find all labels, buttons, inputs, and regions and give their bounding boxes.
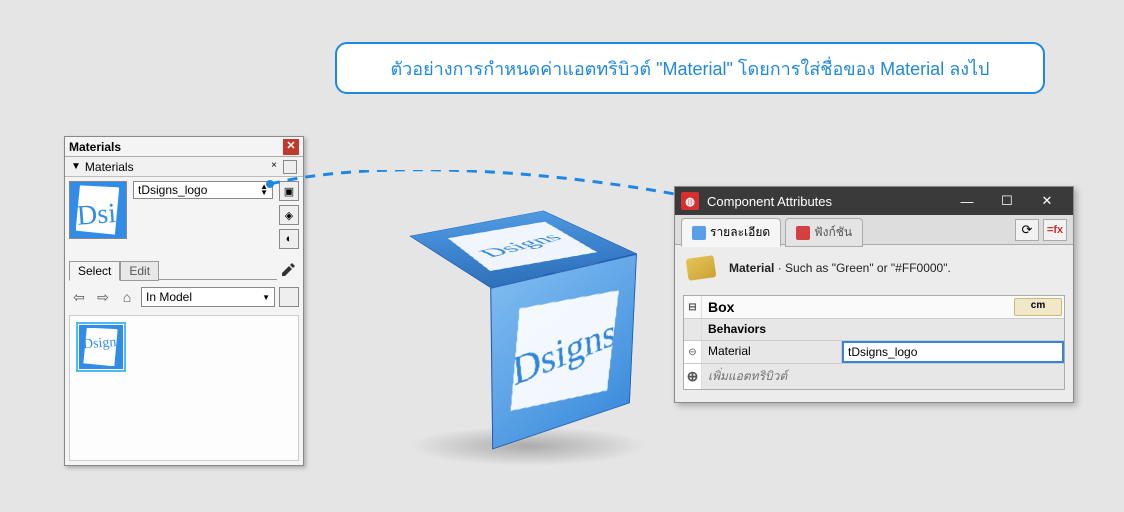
info-icon: [692, 226, 706, 240]
materials-title: Materials: [69, 140, 121, 154]
hint-text: · Such as "Green" or "#FF0000".: [774, 261, 950, 275]
set-default-icon[interactable]: ◐: [279, 229, 299, 249]
tab-functions[interactable]: ฟังก์ชัน: [785, 218, 863, 247]
tab-select[interactable]: Select: [69, 261, 120, 281]
component-name: Box: [702, 296, 1012, 318]
dropdown-selected: In Model: [146, 290, 192, 304]
ca-tabs-row: รายละเอียด ฟังก์ชัน ⟳ =fx: [675, 215, 1073, 245]
collapse-icon[interactable]: ⊟: [684, 296, 702, 318]
collapse-icon[interactable]: ▼: [71, 161, 81, 172]
ca-title-text: Component Attributes: [707, 194, 832, 209]
tab-info[interactable]: รายละเอียด: [681, 218, 781, 247]
materials-panel: Materials ✕ ▼ Materials × Dsigns tDsigns…: [64, 136, 304, 466]
ca-hint-row: Material · Such as "Green" or "#FF0000".: [675, 245, 1073, 291]
caption-box: ตัวอย่างการกำหนดค่าแอตทริบิวต์ "Material…: [335, 42, 1045, 94]
materials-thumbnail-area: Dsigns: [69, 315, 299, 461]
material-swatch-large[interactable]: Dsigns: [69, 181, 127, 239]
hint-label: Material: [729, 261, 774, 275]
attr-row-material: ⊖ Material: [684, 341, 1064, 364]
refresh-icon[interactable]: ⟳: [1015, 219, 1039, 241]
close-icon[interactable]: ✕: [1027, 187, 1067, 215]
cube-scene: Dsigns Dsigns Dsigns: [400, 180, 640, 420]
section-label: Behaviors: [702, 319, 1064, 340]
materials-subheader[interactable]: ▼ Materials ×: [65, 157, 303, 177]
component-attributes-panel: ◍ Component Attributes — ☐ ✕ รายละเอียด …: [674, 186, 1074, 403]
tab-edit[interactable]: Edit: [120, 261, 159, 281]
unit-toggle[interactable]: cm: [1014, 298, 1062, 316]
close-icon[interactable]: ✕: [283, 139, 299, 155]
nav-back-icon[interactable]: ⇦: [69, 287, 89, 307]
toggle-fx-icon[interactable]: =fx: [1043, 219, 1067, 241]
eyedropper-icon[interactable]: [277, 259, 299, 281]
ca-title-bar[interactable]: ◍ Component Attributes — ☐ ✕: [675, 187, 1073, 215]
minimize-icon[interactable]: —: [947, 187, 987, 215]
chevron-down-icon: ▼: [262, 293, 270, 302]
remove-attr-icon[interactable]: ⊖: [684, 341, 702, 363]
attribute-hint-icon: [685, 253, 721, 283]
material-thumbnail[interactable]: Dsigns: [76, 322, 126, 372]
send-to-model-icon[interactable]: ▣: [279, 181, 299, 201]
nav-forward-icon[interactable]: ⇨: [93, 287, 113, 307]
app-icon: ◍: [681, 192, 699, 210]
section-behaviors: Behaviors: [684, 319, 1064, 341]
add-attr-icon[interactable]: ⊕: [684, 364, 702, 389]
attr-value-input[interactable]: [842, 341, 1064, 363]
details-menu-icon[interactable]: [279, 287, 299, 307]
fx-icon: [796, 226, 810, 240]
attr-label: Material: [702, 341, 842, 363]
library-dropdown[interactable]: In Model ▼: [141, 287, 275, 307]
material-name-value: tDsigns_logo: [138, 182, 207, 198]
home-icon[interactable]: ⌂: [117, 287, 137, 307]
caption-text: ตัวอย่างการกำหนดค่าแอตทริบิวต์ "Material…: [390, 54, 989, 83]
close-sub-icon[interactable]: ×: [267, 160, 281, 174]
material-name-field[interactable]: tDsigns_logo ▲▼: [133, 181, 273, 199]
attributes-grid: ⊟ Box cm Behaviors ⊖ Material ⊕ เพิ่มแอต…: [683, 295, 1065, 390]
spinner-icon[interactable]: ▲▼: [260, 184, 268, 196]
materials-subtitle: Materials: [85, 160, 134, 174]
pushpin-icon[interactable]: [283, 160, 297, 174]
add-attribute-row[interactable]: ⊕ เพิ่มแอตทริบิวต์: [684, 364, 1064, 389]
grid-header-row: ⊟ Box cm: [684, 296, 1064, 319]
maximize-icon[interactable]: ☐: [987, 187, 1027, 215]
add-attr-label: เพิ่มแอตทริบิวต์: [702, 364, 1064, 389]
materials-title-bar[interactable]: Materials ✕: [65, 137, 303, 157]
create-material-icon[interactable]: ◈: [279, 205, 299, 225]
